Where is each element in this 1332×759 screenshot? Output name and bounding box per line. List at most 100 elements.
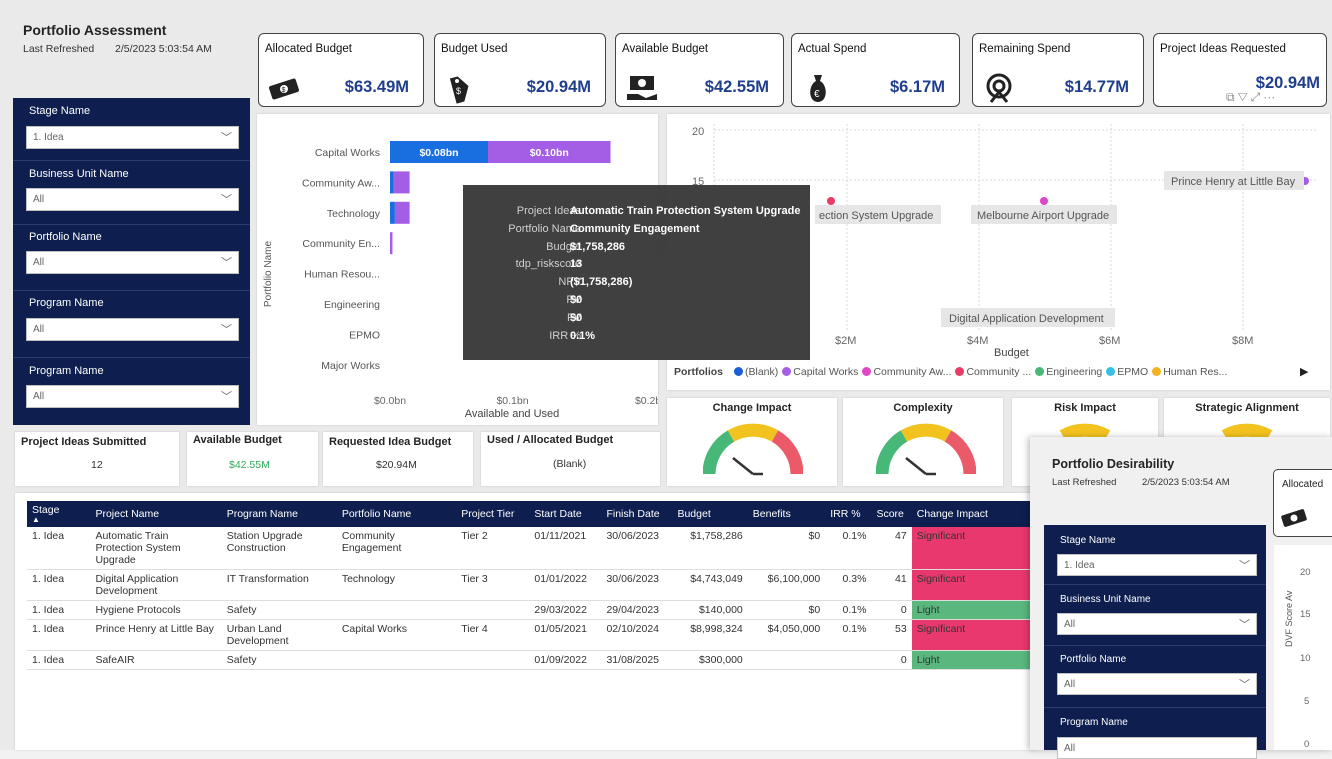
table-cell: 31/08/2025 — [601, 650, 673, 670]
table-cell: $300,000 — [672, 650, 748, 670]
column-header[interactable]: Program Name — [221, 501, 337, 527]
table-cell: 02/10/2024 — [601, 619, 673, 651]
table-cell: $4,050,000 — [747, 619, 826, 651]
table-cell — [336, 650, 457, 670]
chevron-down-icon: ﹀ — [1239, 679, 1250, 691]
kpi-remaining-spend[interactable]: Remaining Spend $14.77M — [972, 33, 1144, 107]
summary-card: Requested Idea Budget $20.94M — [323, 432, 473, 486]
table-cell — [456, 600, 530, 620]
gauge-change-impact[interactable]: Change Impact — [667, 398, 837, 486]
portfolio-desirability-overlay[interactable]: Portfolio Desirability Last Refreshed 2/… — [1030, 437, 1332, 759]
table-row[interactable]: 1. Idea SafeAIR Safety 01/09/2022 31/08/2025… — [27, 650, 1035, 670]
table-cell: 1. Idea — [27, 619, 91, 651]
program-name-dropdown[interactable]: All ﹀ — [26, 318, 239, 341]
legend-item[interactable]: Engineering — [1035, 366, 1102, 378]
table-cell: Significant — [911, 619, 1031, 651]
slicer-label: Business Unit Name — [29, 168, 129, 180]
legend-dot — [1152, 367, 1162, 376]
table-cell: Community Engagement — [336, 527, 457, 570]
overlay-chart[interactable]: DVF Score Av 20 15 10 5 0 — [1274, 545, 1332, 750]
legend-next-arrow[interactable]: ▶ — [1300, 365, 1308, 378]
legend-item[interactable]: Capital Works — [782, 366, 858, 378]
x-tick: $0.1bn — [496, 395, 528, 407]
kpi-available-budget[interactable]: Available Budget $42.55M — [615, 33, 784, 107]
gauge-complexity[interactable]: Complexity — [843, 398, 1003, 486]
column-header[interactable]: IRR % — [825, 501, 872, 527]
data-label: $0.08bn — [419, 147, 458, 159]
chevron-down-icon: ﹀ — [221, 132, 232, 144]
column-header[interactable]: Start Date — [529, 501, 602, 527]
portfolio-name-dropdown[interactable]: All ﹀ — [26, 251, 239, 274]
column-header[interactable]: Project Tier — [456, 501, 530, 527]
column-header[interactable]: Budget — [672, 501, 748, 527]
table-cell: 29/03/2022 — [529, 600, 602, 620]
target-icon — [981, 72, 1017, 104]
overlay-kpi-allocated[interactable]: Allocated — [1273, 469, 1332, 537]
legend-item[interactable]: (Blank) — [734, 366, 778, 378]
visual-header-icons[interactable]: ⧉▽⤢⋯ — [1226, 90, 1278, 105]
bar-chart-y-title: Portfolio Name — [263, 240, 274, 307]
table-cell: $6,100,000 — [747, 569, 826, 601]
data-label: $0.10bn — [530, 147, 569, 159]
table-cell: IT Transformation — [221, 569, 337, 601]
overlay-portfolio-dropdown[interactable]: All ﹀ — [1057, 673, 1257, 695]
category-label: Human Resou... — [304, 269, 380, 281]
table-row[interactable]: 1. Idea Hygiene Protocols Safety 29/03/2022… — [27, 600, 1035, 620]
column-header[interactable]: Stage ▲ — [27, 501, 91, 527]
kpi-project-ideas-requested[interactable]: Project Ideas Requested $20.94M ⧉▽⤢⋯ — [1153, 33, 1327, 107]
business-unit-dropdown[interactable]: All ﹀ — [26, 188, 239, 211]
program-name-dropdown-2[interactable]: All ﹀ — [26, 385, 239, 408]
tooltip-value: 13 — [570, 258, 583, 271]
x-tick: $0.2bn — [635, 395, 658, 407]
y-tick: 20 — [692, 126, 704, 138]
table-header-row: Stage ▲ Project Name Program Name Portfolio … — [27, 501, 1035, 527]
projects-table-card[interactable]: Stage ▲ Project Name Program Name Portfolio … — [15, 493, 1035, 750]
overlay-slicer-panel: Stage Name 1. Idea ﹀ Business Unit Name A… — [1044, 525, 1266, 759]
column-header[interactable]: Portfolio Name — [336, 501, 457, 527]
legend-dot — [955, 367, 965, 376]
table-cell: $0 — [747, 527, 826, 570]
tooltip-value: ($1,758,286) — [570, 276, 633, 289]
projects-table[interactable]: Stage ▲ Project Name Program Name Portfolio … — [27, 501, 1035, 670]
tooltip-value: Community Engagement — [570, 222, 700, 235]
table-row[interactable]: 1. Idea Digital Application Development IT… — [27, 569, 1035, 601]
slicer-label: Portfolio Name — [29, 231, 102, 243]
table-cell: Station Upgrade Construction — [221, 527, 337, 570]
legend-item[interactable]: Community ... — [955, 366, 1031, 378]
column-header[interactable]: Score — [871, 501, 912, 527]
bar-segment — [390, 232, 393, 255]
x-tick: $6M — [1099, 335, 1120, 347]
chevron-down-icon: ﹀ — [1239, 619, 1250, 631]
stage-name-dropdown[interactable]: 1. Idea ﹀ — [26, 126, 239, 149]
table-cell: Technology — [336, 569, 457, 601]
overlay-stage-dropdown[interactable]: 1. Idea ﹀ — [1057, 554, 1257, 576]
table-cell: Tier 3 — [456, 569, 530, 601]
table-cell: 1. Idea — [27, 600, 91, 620]
tooltip-value: $1,758,286 — [570, 240, 626, 253]
table-cell: Digital Application Development — [90, 569, 222, 601]
column-header[interactable]: Benefits — [747, 501, 826, 527]
legend-item[interactable]: Human Res... — [1152, 366, 1227, 378]
legend-item[interactable]: EPMO — [1106, 366, 1148, 378]
table-cell: 47 — [871, 527, 912, 570]
slicer-label: Stage Name — [29, 105, 91, 117]
column-header[interactable]: Finish Date — [601, 501, 673, 527]
overlay-program-dropdown[interactable]: All — [1057, 737, 1257, 759]
legend-item[interactable]: Community Aw... — [862, 366, 951, 378]
overlay-business-unit-dropdown[interactable]: All ﹀ — [1057, 613, 1257, 635]
kpi-actual-spend[interactable]: Actual Spend € $6.17M — [791, 33, 960, 107]
table-cell: Significant — [911, 569, 1031, 601]
tooltip-value: $0 — [570, 294, 583, 306]
kpi-allocated-budget[interactable]: Allocated Budget $ $63.49M — [258, 33, 424, 107]
scatter-legend[interactable]: (Blank) Capital Works Community Aw... Commu… — [734, 366, 1231, 378]
table-row[interactable]: 1. Idea Automatic Train Protection System… — [27, 527, 1035, 570]
kpi-value: $20.94M — [526, 78, 591, 96]
table-cell: 0.1% — [825, 600, 872, 620]
table-cell: 30/06/2023 — [601, 527, 673, 570]
column-header[interactable]: Change Impact — [911, 501, 1031, 527]
kpi-budget-used[interactable]: Budget Used $ $20.94M — [434, 33, 606, 107]
column-header[interactable]: Project Name — [90, 501, 222, 527]
table-row[interactable]: 1. Idea Prince Henry at Little Bay Urban L… — [27, 619, 1035, 651]
table-cell: 41 — [871, 569, 912, 601]
page-title: Portfolio Assessment — [23, 22, 167, 38]
